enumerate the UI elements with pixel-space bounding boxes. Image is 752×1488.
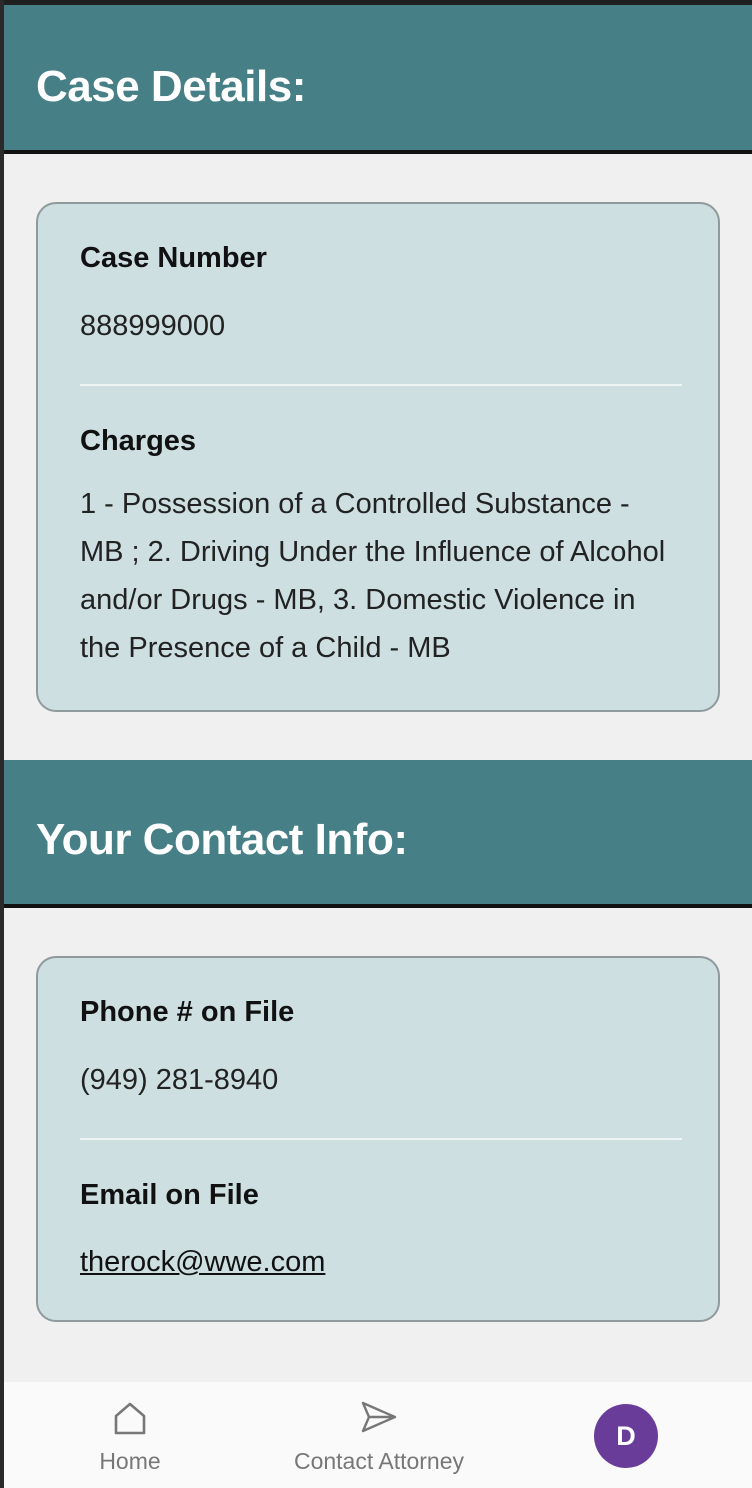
phone-value: (949) 281-8940 [80,1064,279,1096]
contact-info-header: Your Contact Info: [4,760,752,908]
send-icon [361,1401,397,1433]
nav-profile[interactable]: D [592,1382,662,1488]
case-number-label: Case Number [80,242,267,274]
nav-home[interactable]: Home [70,1382,190,1488]
email-link[interactable]: therock@wwe.com [80,1246,325,1279]
nav-contact-attorney-label: Contact Attorney [293,1448,465,1474]
avatar[interactable]: D [594,1404,658,1468]
case-number-value: 888999000 [80,310,226,342]
contact-info-card: Phone # on File (949) 281-8940 Email on … [36,956,720,1322]
card-divider [80,1138,682,1140]
phone-label: Phone # on File [80,996,295,1028]
contact-info-title: Your Contact Info: [36,815,408,864]
nav-contact-attorney[interactable]: Contact Attorney [274,1382,484,1488]
case-details-card: Case Number 888999000 Charges 1 - Posses… [36,202,720,712]
email-label: Email on File [80,1179,259,1211]
bottom-navigation: Home Contact Attorney D [4,1382,752,1488]
case-details-header: Case Details: [4,5,752,154]
charges-label: Charges [80,425,197,457]
nav-home-label: Home [99,1448,161,1474]
charges-value: 1 - Possession of a Controlled Substance… [80,488,666,664]
case-details-title: Case Details: [36,62,306,111]
home-icon [114,1402,146,1435]
card-divider [80,384,682,386]
